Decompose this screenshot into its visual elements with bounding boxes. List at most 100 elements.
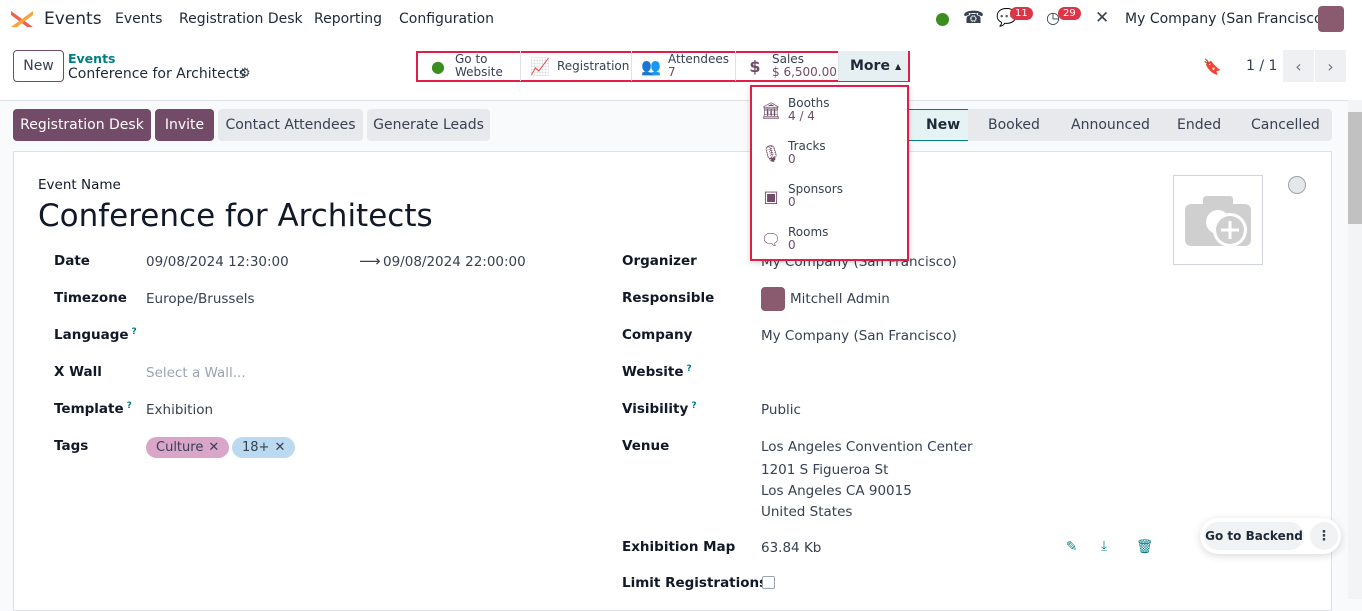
tag-label: Culture xyxy=(156,440,204,455)
timezone-field[interactable]: Europe/Brussels xyxy=(146,291,255,307)
scrollbar-thumb[interactable] xyxy=(1348,112,1362,224)
website-label: Website? xyxy=(622,364,692,380)
invite-button[interactable]: Invite xyxy=(155,109,214,141)
smart-label-2: Website xyxy=(455,65,503,79)
smart-label: Registration xyxy=(557,58,630,73)
timezone-label: Timezone xyxy=(54,290,127,306)
pager-previous-button[interactable]: ‹ xyxy=(1283,50,1314,82)
smart-label: Attendees xyxy=(668,52,730,66)
language-field[interactable] xyxy=(146,328,346,346)
phone-icon[interactable]: ☎ xyxy=(963,8,984,28)
caret-up-icon: ▲ xyxy=(894,61,902,71)
scrollbar[interactable] xyxy=(1348,100,1362,599)
tools-icon[interactable]: ✕ xyxy=(1095,8,1109,28)
registration-desk-button[interactable]: Registration Desk xyxy=(13,109,151,141)
generate-leads-button[interactable]: Generate Leads xyxy=(367,109,490,141)
visibility-label-text: Visibility xyxy=(622,401,689,417)
organizer-label: Organizer xyxy=(622,253,697,269)
more-dropdown-menu: 🏛 Booths 4 / 4 🎙 Tracks 0 ▣ Sponsors 0 🗨 Rooms 0 xyxy=(750,85,909,261)
help-icon[interactable]: ? xyxy=(127,401,132,411)
company-switcher[interactable]: My Company (San Francisco) xyxy=(1125,11,1328,27)
go-to-backend-button[interactable]: Go to Backend xyxy=(1204,522,1304,550)
bookmark-icon[interactable]: 🔖 xyxy=(1203,58,1222,76)
language-label-text: Language xyxy=(54,327,129,343)
attendees-smart-button[interactable]: 👥 Attendees 7 xyxy=(632,51,736,81)
menu-item-booths[interactable]: 🏛 Booths 4 / 4 xyxy=(760,96,830,123)
pager-next-button[interactable]: › xyxy=(1315,50,1346,82)
menu-value: 0 xyxy=(788,152,796,166)
menu-label: Booths xyxy=(788,96,830,110)
registration-smart-button[interactable]: 📈 Registration xyxy=(521,51,632,81)
more-options-icon[interactable]: ⋮ xyxy=(1310,522,1338,550)
menu-configuration[interactable]: Configuration xyxy=(399,11,494,27)
top-navbar: Events Events Registration Desk Reportin… xyxy=(0,0,1362,40)
sales-smart-button[interactable]: $ Sales $ 6,500.00 xyxy=(736,51,839,81)
company-label: Company xyxy=(622,327,693,343)
menu-events[interactable]: Events xyxy=(115,11,162,27)
help-icon[interactable]: ? xyxy=(691,401,696,411)
exhibition-map-size: 63.84 Kb xyxy=(761,540,822,556)
responsible-field[interactable]: Mitchell Admin xyxy=(790,291,890,307)
visibility-field[interactable]: Public xyxy=(761,402,801,418)
status-dot-icon xyxy=(936,13,949,26)
breadcrumb-events[interactable]: Events xyxy=(68,51,115,66)
more-label: More xyxy=(850,57,890,74)
venue-line-4: United States xyxy=(761,504,853,520)
app-name[interactable]: Events xyxy=(44,9,102,29)
gear-icon[interactable]: ⚙ xyxy=(239,66,251,81)
template-field[interactable]: Exhibition xyxy=(146,402,213,418)
tag-18plus[interactable]: 18+ ✕ xyxy=(232,437,296,458)
xwall-label: X Wall xyxy=(54,364,102,380)
arrow-right-icon: ⟶ xyxy=(359,252,381,270)
venue-line-1[interactable]: Los Angeles Convention Center xyxy=(761,439,973,455)
stage-ended[interactable]: Ended xyxy=(1177,109,1221,141)
date-label: Date xyxy=(54,253,90,269)
help-icon[interactable]: ? xyxy=(687,364,692,374)
template-label: Template? xyxy=(54,401,132,417)
menu-label: Tracks xyxy=(788,139,826,153)
tag-remove-icon[interactable]: ✕ xyxy=(274,440,285,455)
menu-registration-desk[interactable]: Registration Desk xyxy=(179,11,303,27)
image-upload[interactable] xyxy=(1173,175,1263,265)
company-field[interactable]: My Company (San Francisco) xyxy=(761,328,957,344)
language-label: Language? xyxy=(54,327,137,343)
comments-icon: 🗨 xyxy=(760,229,782,249)
xwall-field[interactable]: Select a Wall... xyxy=(146,365,246,381)
website-label-text: Website xyxy=(622,364,684,380)
template-label-text: Template xyxy=(54,401,124,417)
responsible-label: Responsible xyxy=(622,290,715,306)
go-to-website-button[interactable]: ● Go to Website xyxy=(419,51,521,81)
limit-registrations-checkbox[interactable] xyxy=(762,576,775,589)
activities-badge: 29 xyxy=(1058,7,1081,20)
user-avatar[interactable] xyxy=(1318,6,1344,32)
menu-label: Rooms xyxy=(788,225,829,239)
users-icon: 👥 xyxy=(641,56,661,76)
tag-culture[interactable]: Culture ✕ xyxy=(146,437,230,458)
trash-icon[interactable]: 🗑 xyxy=(1136,539,1153,555)
stage-cancelled[interactable]: Cancelled xyxy=(1251,109,1320,141)
menu-reporting[interactable]: Reporting xyxy=(314,11,382,27)
priority-toggle[interactable] xyxy=(1288,176,1306,194)
smart-label: Go to xyxy=(455,52,488,66)
stage-booked[interactable]: Booked xyxy=(988,109,1040,141)
more-button[interactable]: More ▲ xyxy=(839,51,908,81)
messages-badge: 11 xyxy=(1010,7,1033,20)
download-icon[interactable]: ⤓ xyxy=(1101,538,1107,554)
tag-remove-icon[interactable]: ✕ xyxy=(208,440,219,455)
menu-item-tracks[interactable]: 🎙 Tracks 0 xyxy=(760,140,826,166)
new-button[interactable]: New xyxy=(13,50,64,82)
stage-announced[interactable]: Announced xyxy=(1071,109,1150,141)
date-start-field[interactable]: 09/08/2024 12:30:00 xyxy=(146,254,289,270)
venue-line-2: 1201 S Figueroa St xyxy=(761,462,889,478)
stage-new[interactable]: New xyxy=(908,109,968,141)
menu-value: 0 xyxy=(788,238,796,252)
smart-label: Sales xyxy=(772,52,804,66)
contact-attendees-button[interactable]: Contact Attendees xyxy=(218,109,363,141)
event-name-input[interactable]: Conference for Architects xyxy=(38,198,433,234)
menu-item-rooms[interactable]: 🗨 Rooms 0 xyxy=(760,225,829,252)
date-end-field[interactable]: 09/08/2024 22:00:00 xyxy=(383,254,526,270)
edit-pencil-icon[interactable]: ✎ xyxy=(1066,539,1077,555)
menu-item-sponsors[interactable]: ▣ Sponsors 0 xyxy=(760,183,843,209)
chart-line-icon: 📈 xyxy=(530,56,550,76)
help-icon[interactable]: ? xyxy=(132,327,137,337)
